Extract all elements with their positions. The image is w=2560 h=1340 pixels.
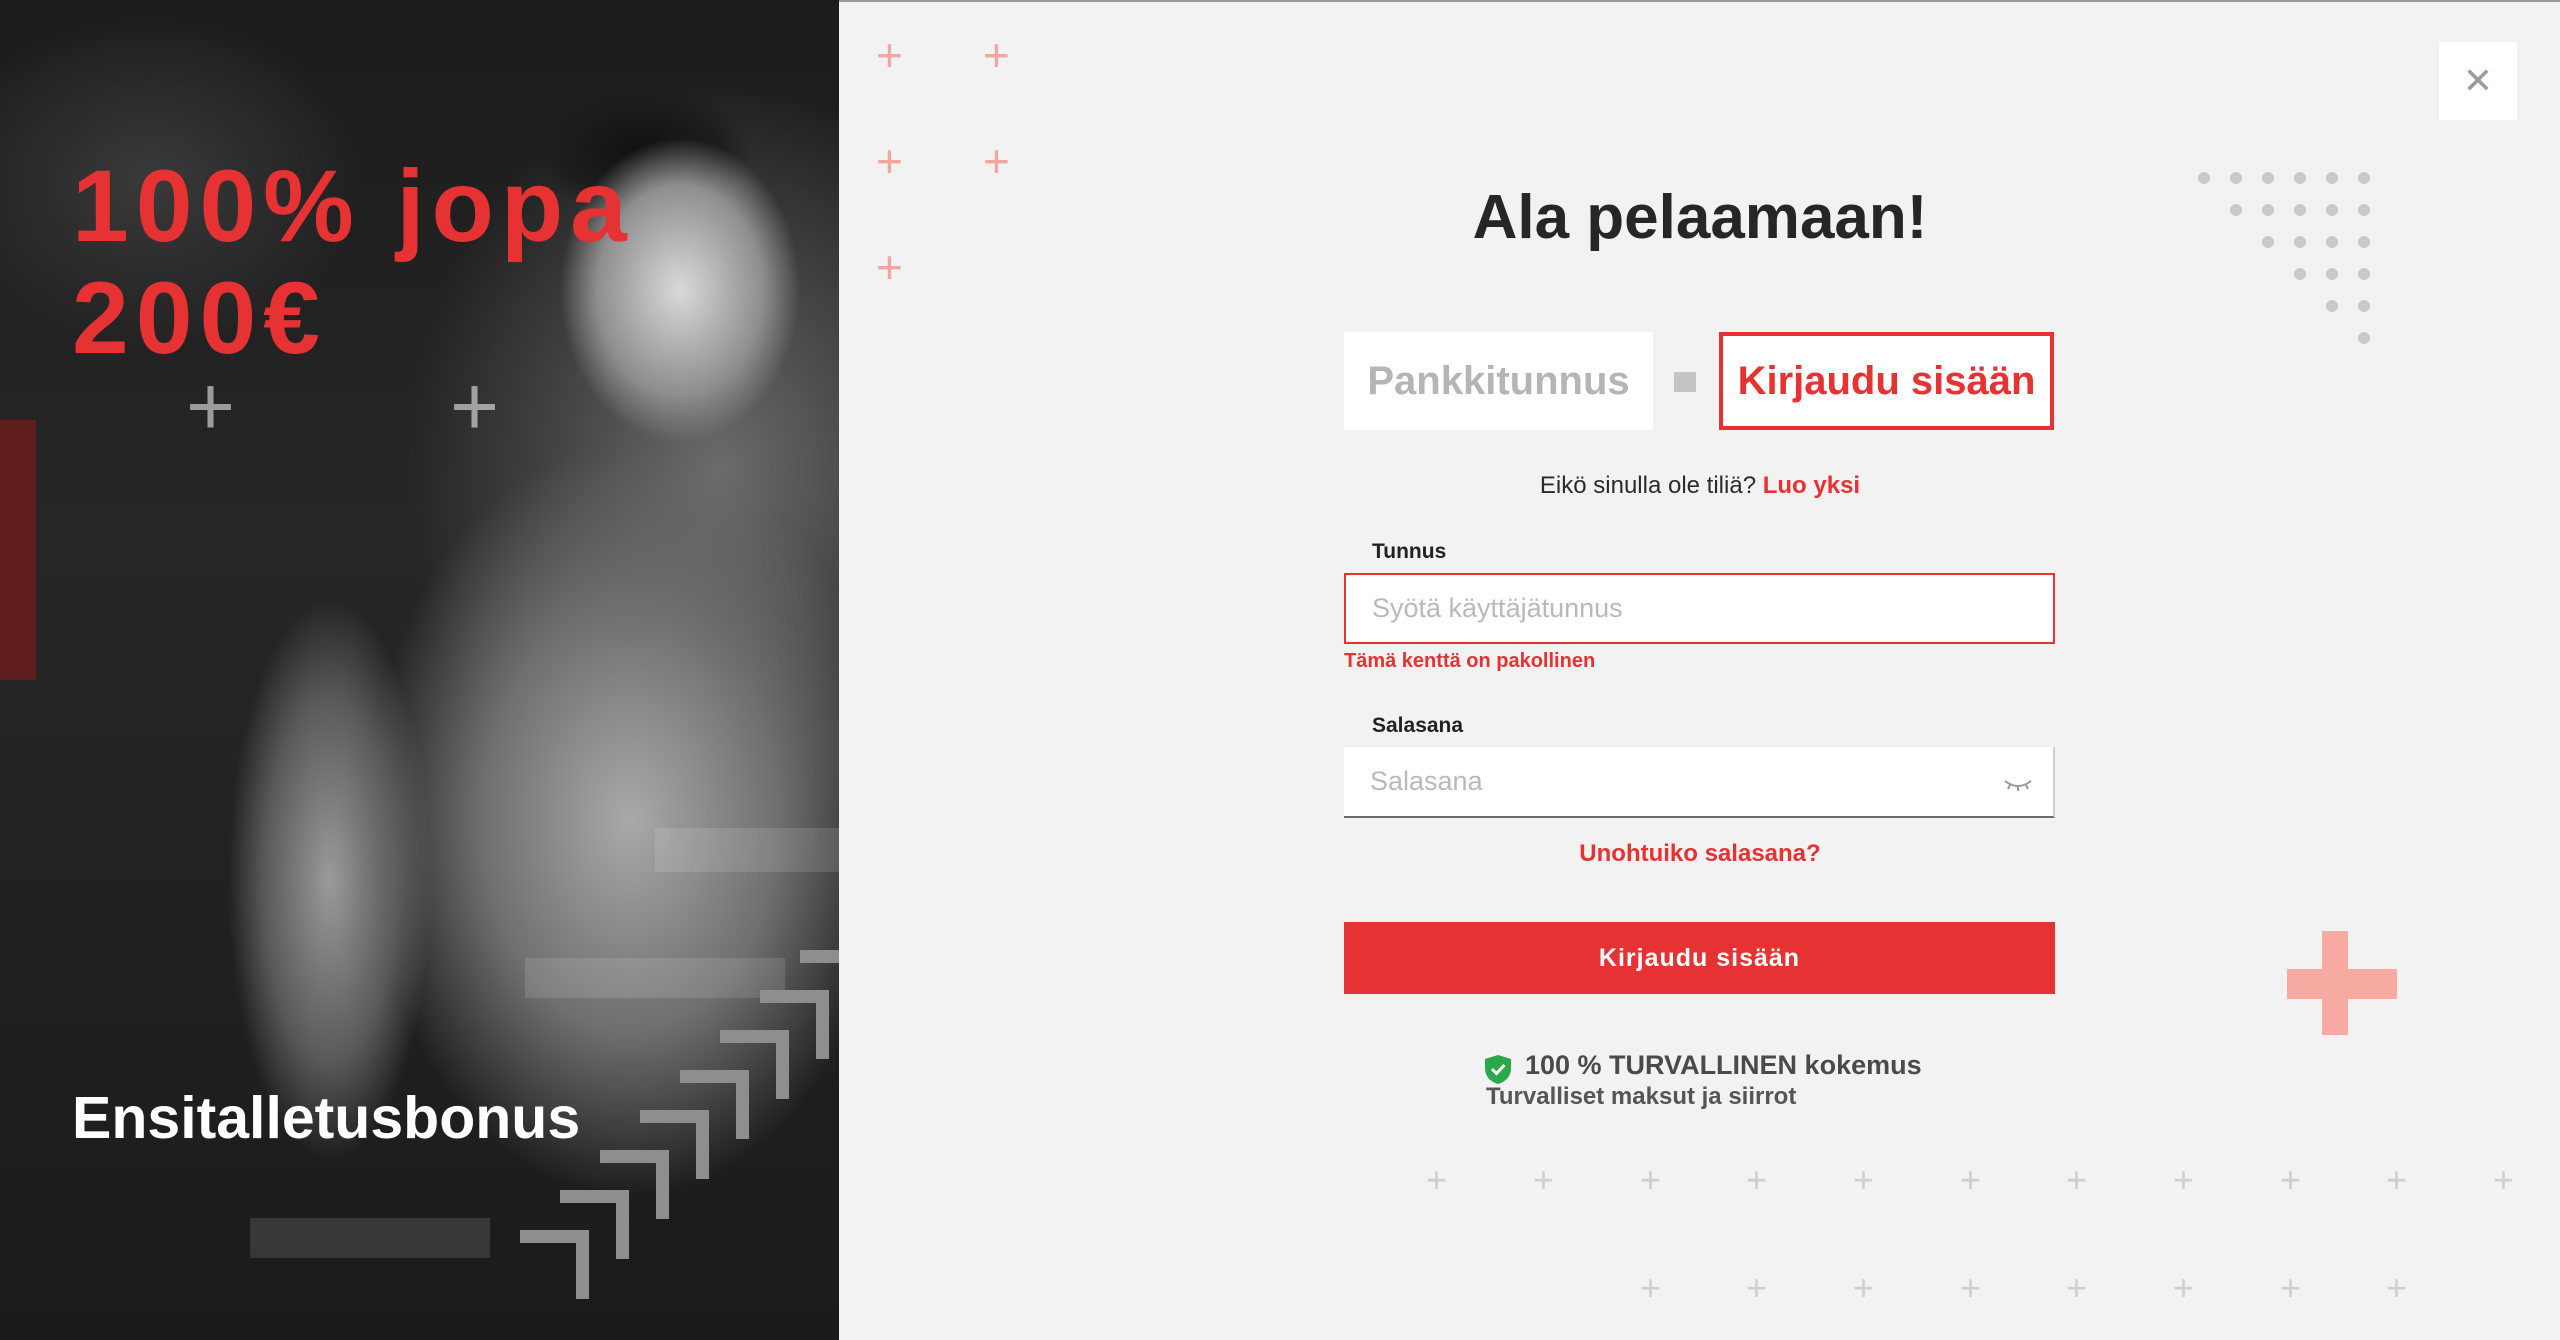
plus-icon: + [2280,1159,2302,1200]
dot [2326,172,2338,184]
dot [2294,236,2306,248]
username-label: Tunnus [1372,540,1447,563]
dot [2262,172,2274,184]
security-title: 100 % TURVALLINEN kokemus [1525,1050,1922,1080]
dot [2326,236,2338,248]
plus-icon: + [2493,1159,2515,1200]
background-red-sign [0,420,36,680]
tab-separator [1674,372,1696,392]
tab-login[interactable]: Kirjaudu sisään [1719,332,2054,430]
close-button[interactable]: ✕ [2439,42,2517,120]
plus-icon: + [2386,1159,2408,1200]
promo-subline: Ensitalletusbonus [72,1085,581,1151]
password-label: Salasana [1372,714,1464,737]
tab-bank-id[interactable]: Pankkitunnus [1344,332,1653,430]
password-input[interactable] [1344,747,2055,818]
plus-icon: + [2173,1159,2195,1200]
signup-prompt: Eikö sinulla ole tiliä? [1539,472,1757,499]
plus-icon: + [983,29,1010,81]
plus-icon: + [1640,1267,1662,1308]
dot [2358,332,2370,344]
dot [2358,236,2370,248]
plus-icon: + [2173,1267,2195,1308]
login-submit-button[interactable]: Kirjaudu sisään [1344,922,2055,994]
plus-icon: + [1853,1267,1875,1308]
promo-headline-line2: 200€ [72,261,327,375]
dot [2326,300,2338,312]
dot [2358,172,2370,184]
dialog-title: Ala pelaamaan! [1472,183,1928,252]
background-band [250,1218,490,1258]
dot [2230,172,2242,184]
signup-prompt-row: Eikö sinulla ole tiliä? Luo yksi [1340,470,2060,502]
promo-banner: + + 100% jopa 200€ Ensitalletusbonus [0,0,839,1340]
plus-icon: + [186,359,236,453]
background-band [525,958,785,998]
plus-icon: + [1426,1159,1448,1200]
dot [2294,268,2306,280]
dot [2326,204,2338,216]
plus-icon-bar [2287,969,2397,999]
signup-link[interactable]: Luo yksi [1763,472,1860,499]
dot [2230,204,2242,216]
plus-icon: + [2280,1267,2302,1308]
eye-closed-icon[interactable] [2002,776,2034,794]
plus-icon: + [1640,1159,1662,1200]
dot [2262,204,2274,216]
plus-icon: + [1746,1267,1768,1308]
dot [2326,268,2338,280]
background-band [655,828,839,872]
username-input[interactable] [1344,573,2055,644]
plus-icon: + [876,29,903,81]
plus-icon: + [2066,1159,2088,1200]
plus-icon: + [1960,1267,1982,1308]
plus-icon: + [1746,1159,1768,1200]
promo-headline: 100% jopa 200€ [72,150,634,374]
plus-icon: + [876,135,903,187]
dot [2198,172,2210,184]
username-error: Tämä kenttä on pakollinen [1344,650,1596,672]
plus-icon: + [2386,1267,2408,1308]
dot [2358,268,2370,280]
dot [2294,172,2306,184]
plus-icon: + [450,359,500,453]
close-icon: ✕ [2462,60,2494,101]
shield-check-icon [1485,1055,1511,1084]
dot [2358,300,2370,312]
plus-icon: + [2066,1267,2088,1308]
security-subtitle: Turvalliset maksut ja siirrot [1486,1083,1797,1110]
plus-icon: + [876,241,903,293]
dot [2294,204,2306,216]
plus-icon: + [1853,1159,1875,1200]
forgot-password-link[interactable]: Unohtuiko salasana? [1340,840,2060,868]
dot [2358,204,2370,216]
plus-icon: + [1960,1159,1982,1200]
plus-icon: + [983,135,1010,187]
dot [2262,236,2274,248]
promo-headline-line1: 100% jopa [72,149,634,263]
plus-icon: + [1533,1159,1555,1200]
